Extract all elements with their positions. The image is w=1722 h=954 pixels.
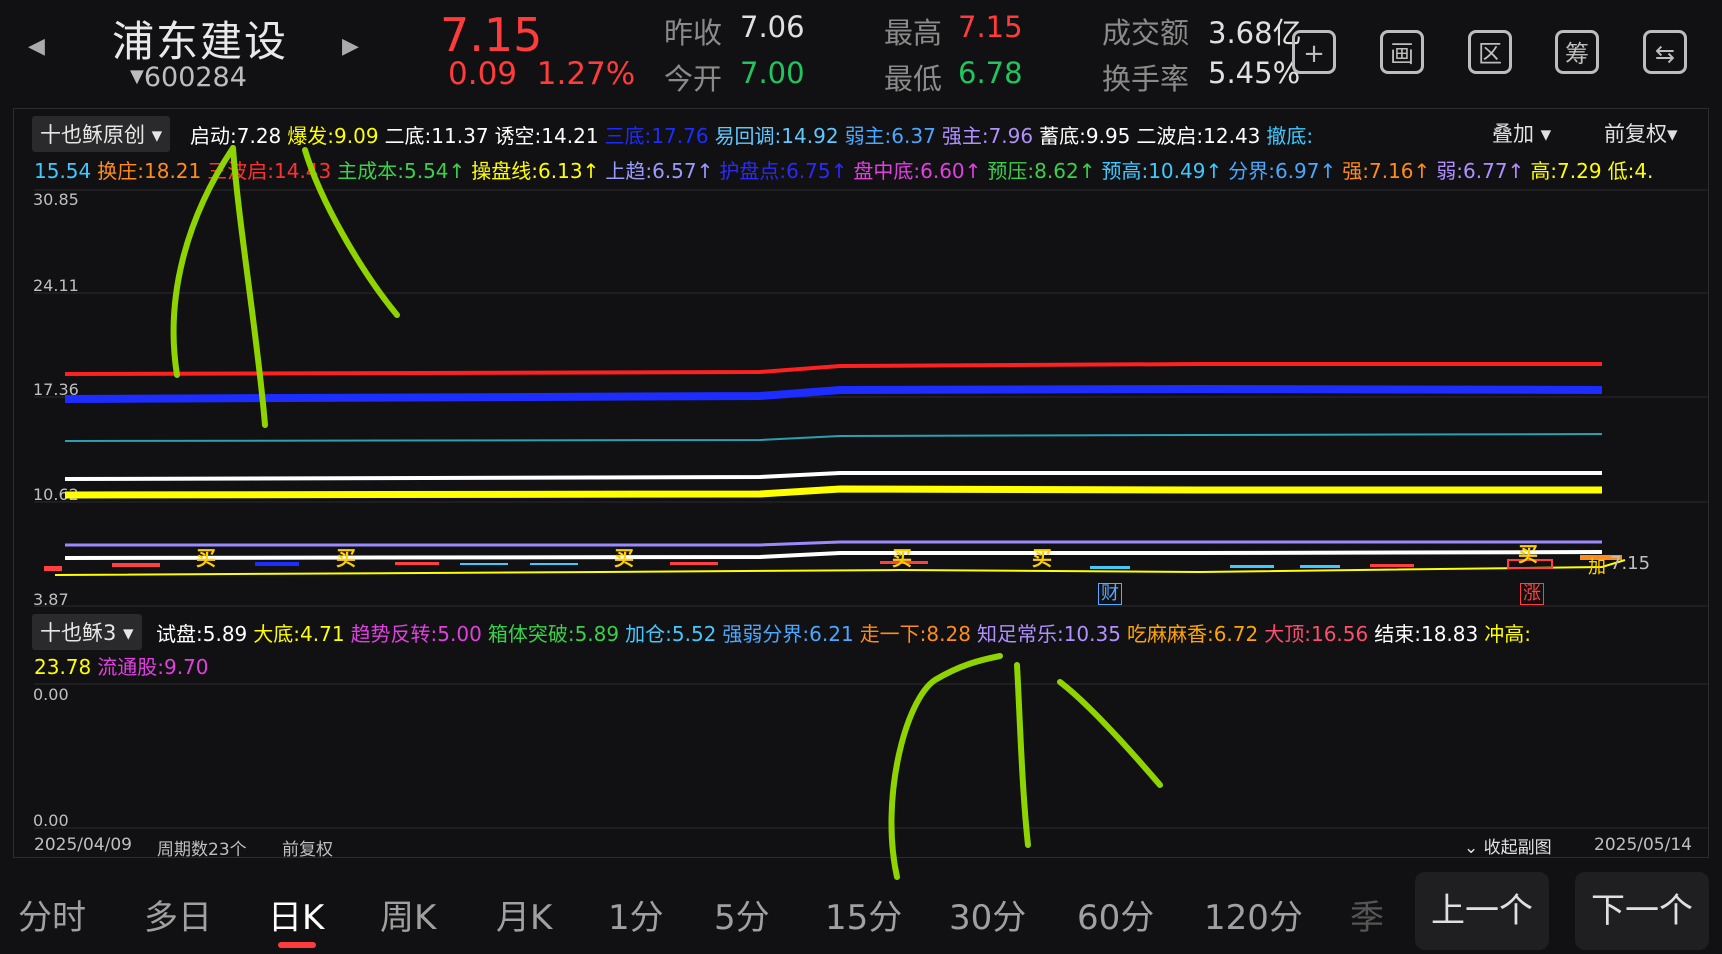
white-line <box>64 471 1602 481</box>
lavender-line <box>65 540 1602 547</box>
sub-indicator-values-row2: 23.78 流通股:9.70 <box>34 651 215 680</box>
tab-timeshare[interactable]: 分时 <box>18 890 86 939</box>
last-price-label: 7.15 <box>1610 553 1651 574</box>
grid-lines <box>34 189 1708 829</box>
indicator-value: 加仓:5.52 <box>625 622 717 646</box>
candle <box>1090 566 1130 569</box>
indicator-value: 流通股:9.70 <box>97 655 209 679</box>
period-count: 周期数23个 <box>157 840 247 860</box>
candle <box>460 563 508 565</box>
buy-marker: 买 <box>614 546 634 570</box>
indicator-value: 箱体突破:5.89 <box>487 622 620 646</box>
tab-1min[interactable]: 1分 <box>608 890 664 939</box>
candle <box>395 562 439 565</box>
finance-tag[interactable]: 财 <box>1098 583 1122 605</box>
indicator-value: 趋势反转:5.00 <box>350 622 482 646</box>
indicator-value: 结束:18.83 <box>1374 622 1479 646</box>
buy-marker: 买 <box>892 546 912 570</box>
hand-annotations <box>170 145 1163 880</box>
candle <box>530 563 578 565</box>
sub-indicator-name: 十也稣3 <box>40 621 117 645</box>
annotation-stroke <box>302 147 400 318</box>
sub-y-tick: 0.00 <box>33 685 69 704</box>
tab-monthly-k[interactable]: 月K <box>496 890 552 939</box>
indicator-value: 知足常乐:10.35 <box>976 622 1121 646</box>
indicator-value: 大底:4.71 <box>253 622 345 646</box>
sub-y-tick: 0.00 <box>33 811 69 830</box>
candle <box>255 562 299 566</box>
add-position-marker: 加 <box>1588 557 1606 578</box>
indicator-value: 试盘:5.89 <box>156 622 248 646</box>
buy-marker: 买 <box>1518 542 1538 566</box>
indicator-value: 23.78 <box>34 655 92 679</box>
tab-120min[interactable]: 120分 <box>1204 890 1303 939</box>
indicator-value: 冲高: <box>1484 622 1531 646</box>
candle <box>1230 565 1274 568</box>
kline-chart[interactable] <box>0 0 1722 954</box>
collapse-label: 收起副图 <box>1483 838 1552 858</box>
indicator-value: 大顶:16.56 <box>1264 622 1369 646</box>
yellow-line <box>64 485 1602 499</box>
next-stock-button[interactable]: 下一个 <box>1575 872 1709 950</box>
buy-marker: 买 <box>336 546 356 570</box>
tab-weekly-k[interactable]: 周K <box>380 890 436 939</box>
tab-quarter[interactable]: 季 <box>1350 890 1384 939</box>
candle <box>112 563 160 567</box>
sub-indicator-selector[interactable]: 十也稣3 ▾ <box>32 614 142 650</box>
annotation-stroke <box>1057 679 1163 788</box>
sub-indicator-values-row1: 试盘:5.89 大底:4.71 趋势反转:5.00 箱体突破:5.89 加仓:5.52 强… <box>156 618 1537 647</box>
tab-daily-k[interactable]: 日K <box>268 890 324 939</box>
annotation-stroke <box>170 145 236 378</box>
red-line <box>64 362 1602 376</box>
indicator-value: 强弱分界:6.21 <box>722 622 854 646</box>
white-line-lower <box>64 550 1603 560</box>
indicator-value: 吃麻麻香:6.72 <box>1126 622 1259 646</box>
tab-multiday[interactable]: 多日 <box>144 890 212 939</box>
limit-up-tag[interactable]: 涨 <box>1520 583 1544 605</box>
tab-5min[interactable]: 5分 <box>714 890 770 939</box>
tab-60min[interactable]: 60分 <box>1077 890 1154 939</box>
annotation-stroke <box>1014 662 1031 848</box>
candle <box>1300 565 1340 568</box>
teal-line <box>64 433 1603 442</box>
end-date: 2025/05/14 <box>1594 835 1692 855</box>
annotation-stroke <box>888 653 1003 880</box>
tab-15min[interactable]: 15分 <box>825 890 902 939</box>
candle <box>1370 564 1414 567</box>
tab-30min[interactable]: 30分 <box>949 890 1026 939</box>
candle <box>670 562 718 565</box>
prev-stock-button[interactable]: 上一个 <box>1415 872 1549 950</box>
adjust-mode: 前复权 <box>282 840 333 860</box>
buy-marker: 买 <box>1032 546 1052 570</box>
active-tab-indicator <box>278 942 316 948</box>
start-date: 2025/04/09 <box>34 835 132 855</box>
candle <box>44 566 62 571</box>
collapse-subchart-button[interactable]: ⌄ 收起副图 <box>1464 833 1552 858</box>
chevron-down-icon: ⌄ <box>1464 838 1484 858</box>
buy-marker: 买 <box>196 546 216 570</box>
indicator-value: 走一下:8.28 <box>859 622 971 646</box>
